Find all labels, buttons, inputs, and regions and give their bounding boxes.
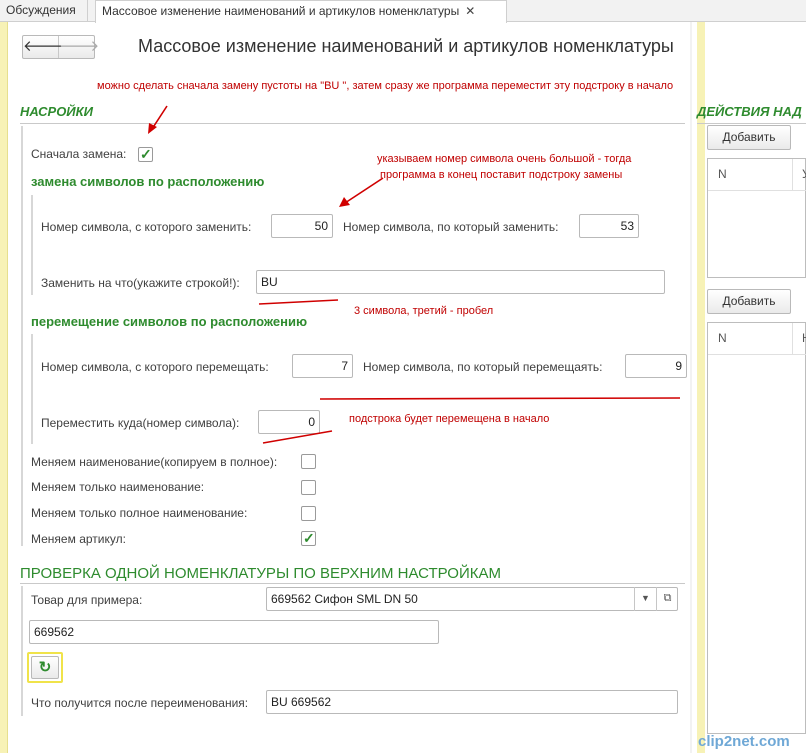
- arrowhead-from-symbol: [339, 197, 350, 207]
- underline-replace-with: [258, 299, 339, 305]
- underline-move-where: [262, 430, 333, 444]
- annotation-overlay: [148, 105, 681, 444]
- arrow-line-from-symbol: [344, 177, 384, 204]
- arrow-line-first-replace: [151, 105, 168, 130]
- long-line-move: [319, 397, 681, 400]
